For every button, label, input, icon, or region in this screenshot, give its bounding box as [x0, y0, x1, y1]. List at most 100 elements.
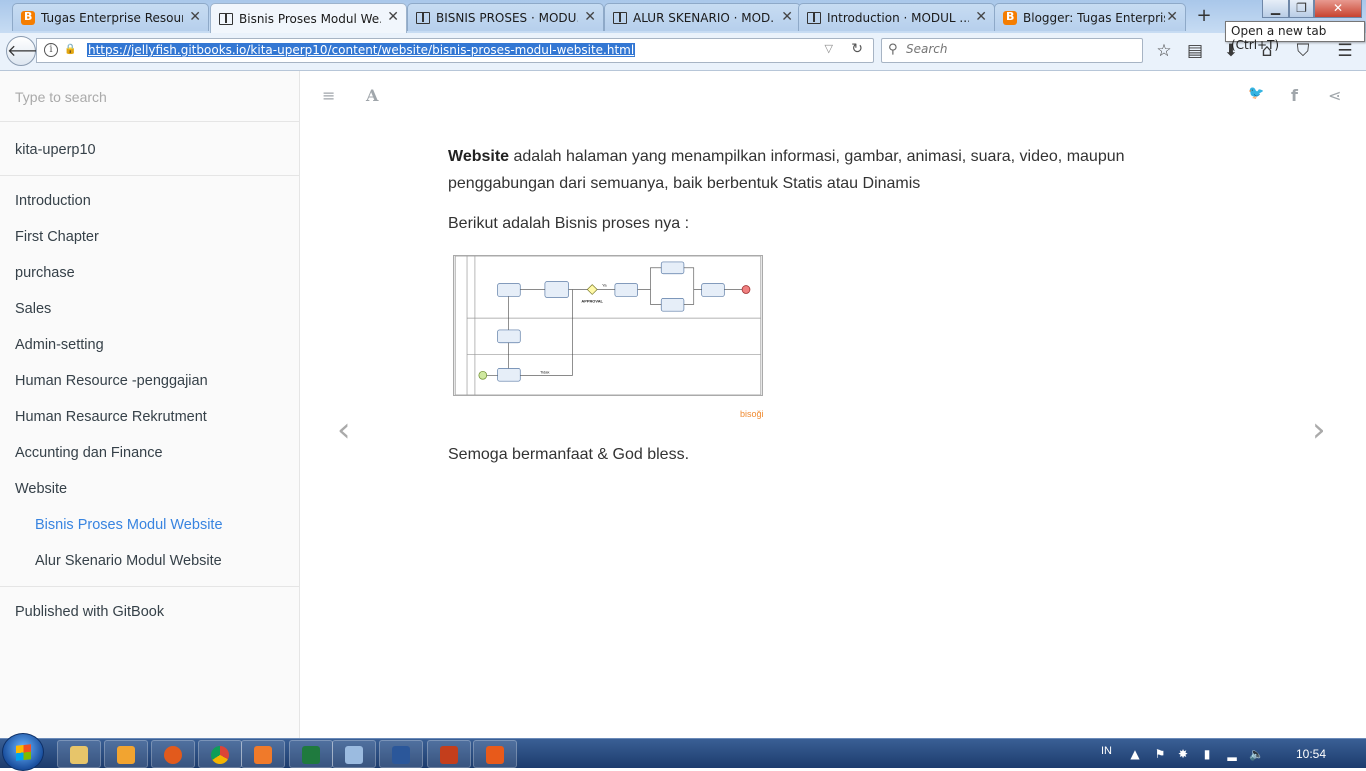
- tab-label: Bisnis Proses Modul We...: [239, 11, 381, 26]
- navigation-bar: 🡐 i 🔒 https://jellyfish.gitbooks.io/kita…: [0, 33, 1366, 71]
- close-icon[interactable]: ✕: [189, 9, 201, 25]
- diagram-watermark: bisoği: [740, 409, 764, 419]
- sidebar-item-admin-setting[interactable]: Admin-setting: [0, 327, 299, 363]
- divider: [0, 175, 299, 176]
- browser-chrome: Tugas Enterprise Resour... ✕ Bisnis Pros…: [0, 0, 1366, 71]
- powerpoint-taskbar-button[interactable]: [427, 740, 471, 768]
- intro-text: adalah halaman yang menampilkan informas…: [448, 148, 1125, 192]
- maximize-button[interactable]: ❐: [1289, 0, 1314, 18]
- divider: [0, 586, 299, 587]
- bookmark-star-icon[interactable]: ☆: [1152, 39, 1176, 63]
- close-icon[interactable]: ✕: [975, 9, 987, 25]
- show-hidden-icons-icon[interactable]: ▲: [1128, 747, 1142, 761]
- sidebar-book-title[interactable]: kita-uperp10: [0, 132, 299, 168]
- sidebar-item-sales[interactable]: Sales: [0, 291, 299, 327]
- process-intro: Berikut adalah Bisnis proses nya :: [448, 215, 690, 232]
- clock[interactable]: 10:54: [1296, 747, 1326, 761]
- action-center-flag-icon[interactable]: ⚑: [1153, 747, 1167, 761]
- sidebar: kita-uperp10 Introduction First Chapter …: [0, 71, 300, 739]
- windows-taskbar: IN ▲ ⚑ ✸ ▮ ▂ 🔈 10:54: [0, 733, 1366, 771]
- app-taskbar-button[interactable]: [241, 740, 285, 768]
- network-signal-icon[interactable]: ▂: [1225, 747, 1239, 761]
- tab-strip: Tugas Enterprise Resour... ✕ Bisnis Pros…: [0, 0, 1366, 33]
- reading-list-icon[interactable]: ▤: [1183, 39, 1207, 63]
- url-text[interactable]: https://jellyfish.gitbooks.io/kita-uperp…: [87, 43, 636, 57]
- intro-bold: Website: [448, 148, 510, 165]
- font-settings-icon[interactable]: A: [366, 86, 378, 105]
- lock-icon: 🔒: [64, 44, 77, 55]
- tab-label: Tugas Enterprise Resour...: [41, 10, 183, 25]
- blogger-icon: [21, 10, 35, 25]
- page-content: Website adalah halaman yang menampilkan …: [448, 143, 1168, 250]
- tab-alur-skenario[interactable]: ALUR SKENARIO · MOD... ✕: [604, 3, 801, 31]
- volume-icon[interactable]: 🔈: [1249, 747, 1264, 761]
- info-icon[interactable]: i: [44, 43, 58, 57]
- search-icon: ⚲: [888, 42, 898, 57]
- excel-taskbar-button[interactable]: [289, 740, 333, 768]
- blogger-icon: [1003, 10, 1017, 25]
- close-icon[interactable]: ✕: [781, 9, 793, 25]
- tab-label: Introduction · MODUL ...: [827, 10, 969, 25]
- window-close-button[interactable]: ✕: [1314, 0, 1362, 18]
- published-with-gitbook-link[interactable]: Published with GitBook: [0, 594, 299, 630]
- book-icon: [219, 12, 233, 25]
- book-icon: [807, 11, 821, 24]
- sidebar-search-input[interactable]: [15, 89, 275, 105]
- new-tab-tooltip: Open a new tab (Ctrl+T): [1225, 21, 1365, 52]
- tab-label: Blogger: Tugas Enterpris...: [1023, 10, 1165, 25]
- twitter-icon[interactable]: 🐦: [1248, 86, 1264, 101]
- new-tab-button[interactable]: +: [1190, 5, 1218, 29]
- tab-label: ALUR SKENARIO · MOD...: [633, 10, 775, 25]
- intro-paragraph: Website adalah halaman yang menampilkan …: [448, 143, 1168, 197]
- antivirus-icon[interactable]: ✸: [1176, 747, 1190, 761]
- previous-page-icon[interactable]: ‹: [337, 410, 351, 450]
- search-bar[interactable]: ⚲: [881, 38, 1143, 63]
- sidebar-item-purchase[interactable]: purchase: [0, 255, 299, 291]
- close-icon[interactable]: ✕: [1166, 9, 1178, 25]
- dropdown-icon[interactable]: ▽: [825, 42, 833, 55]
- tab-introduction[interactable]: Introduction · MODUL ... ✕: [798, 3, 995, 31]
- facebook-icon[interactable]: f: [1291, 86, 1298, 105]
- language-indicator[interactable]: IN: [1101, 745, 1112, 757]
- explorer-taskbar-button[interactable]: [57, 740, 101, 768]
- tab-blogger[interactable]: Blogger: Tugas Enterpris... ✕: [994, 3, 1186, 31]
- tab-tugas-enterprise[interactable]: Tugas Enterprise Resour... ✕: [12, 3, 209, 31]
- sidebar-item-website[interactable]: Website: [0, 471, 299, 507]
- reload-icon[interactable]: ↻: [851, 41, 863, 57]
- toggle-sidebar-icon[interactable]: ≡: [322, 86, 335, 105]
- word-taskbar-button[interactable]: [379, 740, 423, 768]
- office-taskbar-button[interactable]: [473, 740, 517, 768]
- pocket-icon[interactable]: ⛉: [1291, 39, 1315, 63]
- sidebar-item-hr-penggajian[interactable]: Human Resource -penggajian: [0, 363, 299, 399]
- chrome-taskbar-button[interactable]: [198, 740, 242, 768]
- back-button[interactable]: 🡐: [6, 36, 50, 66]
- firefox-taskbar-button[interactable]: [151, 740, 195, 768]
- search-input[interactable]: [906, 42, 1126, 56]
- start-button[interactable]: [2, 733, 44, 771]
- diagram-no-label: Tidak: [540, 369, 550, 374]
- bpmn-diagram: APPROVAL Ya Tidak: [453, 255, 763, 396]
- tab-bisnis-proses-modu[interactable]: BISNIS PROSES · MODU... ✕: [407, 3, 604, 31]
- book-icon: [416, 11, 430, 24]
- close-icon[interactable]: ✕: [387, 9, 399, 25]
- url-bar[interactable]: i 🔒 https://jellyfish.gitbooks.io/kita-u…: [36, 38, 874, 63]
- next-page-icon[interactable]: ›: [1312, 410, 1326, 450]
- window-taskbar-button[interactable]: [332, 740, 376, 768]
- minimize-button[interactable]: ▁: [1262, 0, 1289, 18]
- sidebar-item-alur-skenario[interactable]: Alur Skenario Modul Website: [0, 543, 299, 579]
- sidebar-item-bisnis-proses[interactable]: Bisnis Proses Modul Website: [0, 507, 299, 543]
- diagram-approval-label: APPROVAL: [581, 298, 603, 303]
- close-icon[interactable]: ✕: [584, 9, 596, 25]
- sidebar-item-hr-rekrutment[interactable]: Human Resaurce Rekrutment: [0, 399, 299, 435]
- tab-label: BISNIS PROSES · MODU...: [436, 10, 578, 25]
- sidebar-item-introduction[interactable]: Introduction: [0, 183, 299, 219]
- sidebar-item-first-chapter[interactable]: First Chapter: [0, 219, 299, 255]
- power-icon[interactable]: ▮: [1200, 747, 1214, 761]
- tab-bisnis-proses-active[interactable]: Bisnis Proses Modul We... ✕: [210, 3, 407, 33]
- share-icon[interactable]: ⋖: [1328, 86, 1341, 105]
- diagram-yes-label: Ya: [602, 283, 607, 288]
- media-player-taskbar-button[interactable]: [104, 740, 148, 768]
- sidebar-item-accunting[interactable]: Accunting dan Finance: [0, 435, 299, 471]
- menu-icon[interactable]: ☰: [1333, 39, 1357, 63]
- closing-paragraph: Semoga bermanfaat & God bless.: [448, 446, 690, 463]
